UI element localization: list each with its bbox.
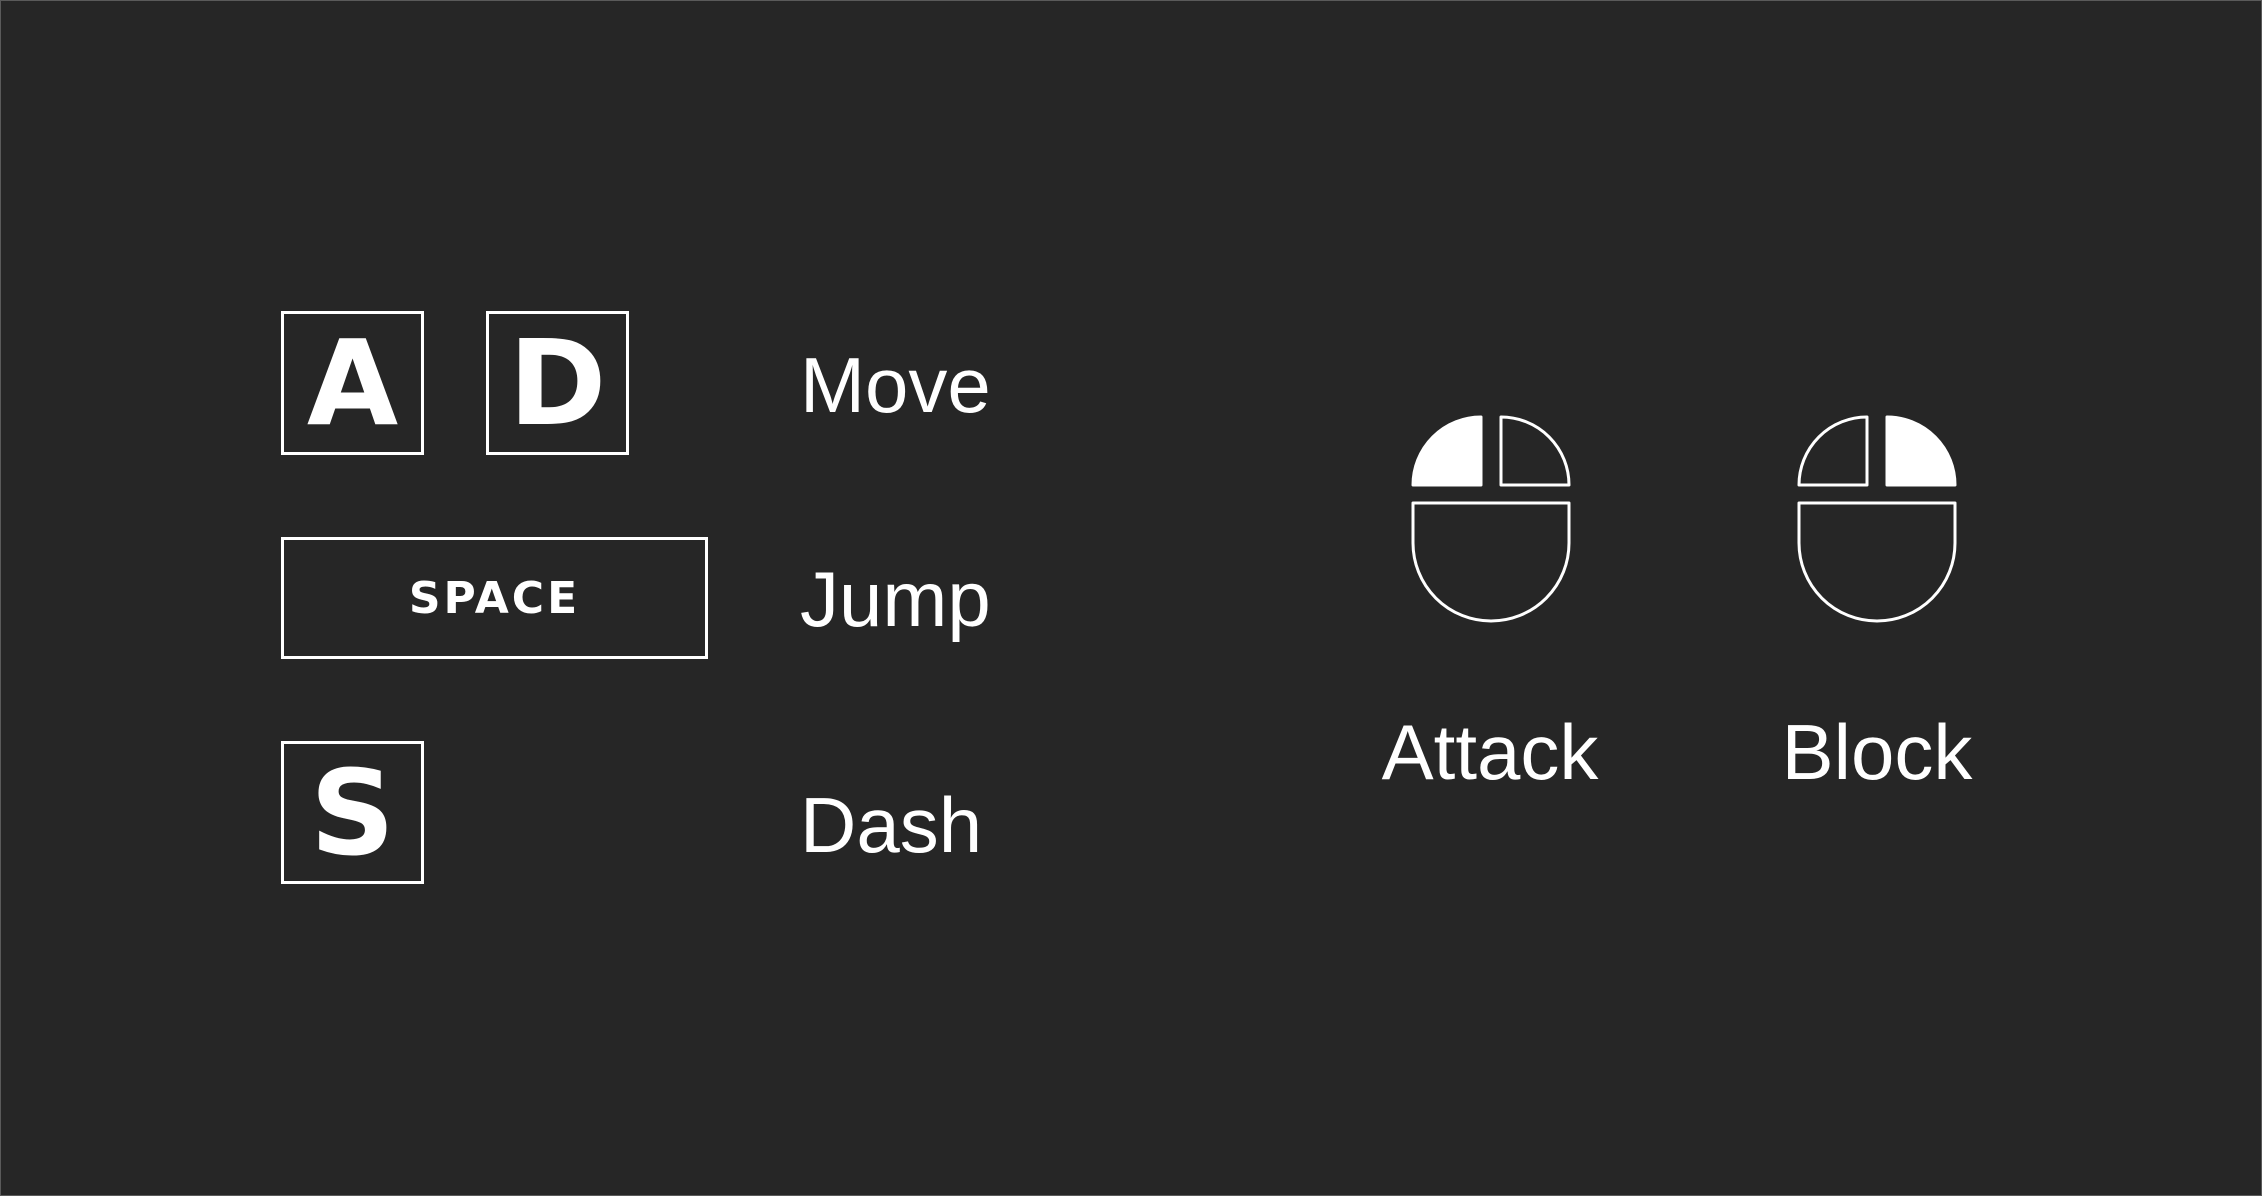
mouse-left-button	[1797, 415, 1869, 487]
mouse-left-click-icon	[1411, 415, 1571, 623]
block-label: Block	[1781, 708, 1973, 796]
jump-label: Jump	[800, 555, 991, 643]
key-s: S	[281, 741, 424, 884]
mouse-right-button	[1885, 415, 1957, 487]
attack-label: Attack	[1381, 708, 1599, 796]
mouse-right-button	[1499, 415, 1571, 487]
key-a: A	[281, 311, 424, 455]
mouse-left-button	[1411, 415, 1483, 487]
mouse-body	[1411, 501, 1571, 623]
mouse-right-click-icon	[1797, 415, 1957, 623]
dash-label: Dash	[800, 781, 983, 869]
mouse-body	[1797, 501, 1957, 623]
move-label: Move	[800, 341, 991, 429]
key-d: D	[486, 311, 629, 455]
key-space: SPACE	[281, 537, 708, 659]
